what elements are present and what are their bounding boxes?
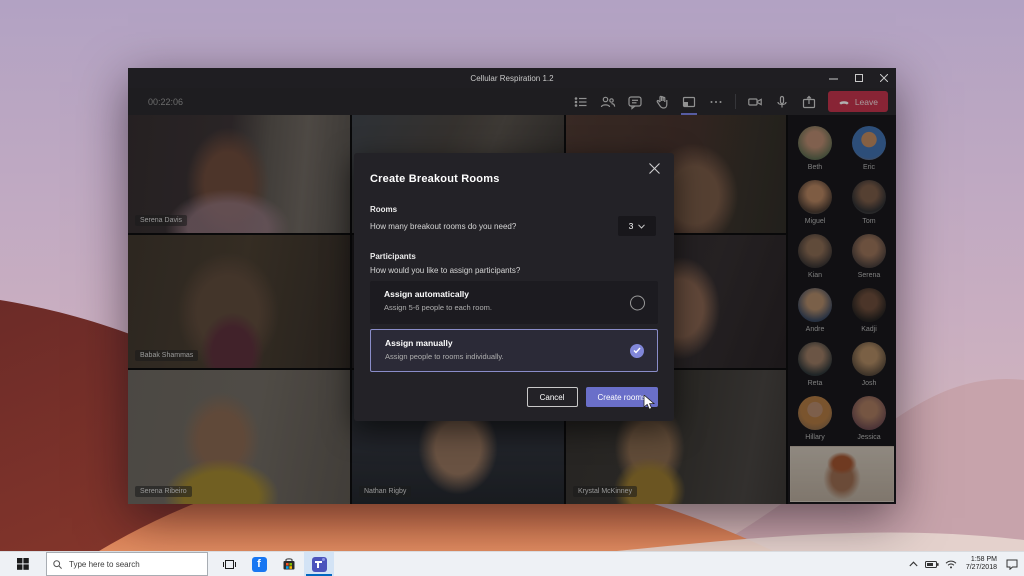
facebook-icon: f: [252, 557, 267, 572]
battery-status-button[interactable]: [923, 552, 942, 576]
search-input[interactable]: [67, 559, 201, 570]
taskbar-search[interactable]: [46, 552, 208, 576]
dialog-actions: Cancel Create rooms: [527, 387, 658, 407]
dialog-title: Create Breakout Rooms: [370, 173, 500, 185]
radio-unchecked-icon[interactable]: [630, 295, 645, 310]
chevron-down-icon: [638, 224, 645, 229]
network-status-button[interactable]: [942, 552, 961, 576]
wifi-icon: [945, 560, 957, 569]
window-titlebar: Cellular Respiration 1.2: [128, 68, 896, 88]
facebook-app-button[interactable]: f: [244, 552, 274, 576]
room-count-dropdown[interactable]: 3: [618, 216, 656, 236]
task-view-button[interactable]: [214, 552, 244, 576]
windows-taskbar: f 1:: [0, 551, 1024, 576]
assign-automatically-option[interactable]: Assign automatically Assign 5-6 people t…: [370, 281, 658, 324]
action-center-button[interactable]: [1002, 552, 1021, 576]
room-count-value: 3: [629, 221, 634, 231]
windows-logo-icon: [17, 558, 29, 570]
create-breakout-rooms-dialog: Create Breakout Rooms Rooms How many bre…: [354, 153, 674, 421]
window-title: Cellular Respiration 1.2: [128, 74, 896, 83]
teams-icon: [312, 557, 327, 572]
tray-show-hidden-icons-button[interactable]: [904, 552, 923, 576]
cancel-button[interactable]: Cancel: [527, 387, 578, 407]
window-controls: [821, 68, 896, 88]
assign-manually-option[interactable]: Assign manually Assign people to rooms i…: [370, 329, 658, 372]
close-dialog-icon[interactable]: [649, 163, 662, 176]
rooms-question: How many breakout rooms do you need?: [370, 222, 516, 231]
battery-icon: [925, 560, 939, 569]
create-rooms-button[interactable]: Create rooms: [586, 387, 658, 407]
participants-question: How would you like to assign participant…: [370, 266, 520, 275]
maximize-button[interactable]: [846, 68, 871, 88]
teams-app-button[interactable]: [304, 552, 334, 576]
participants-section-label: Participants: [370, 252, 416, 261]
option-subtitle: Assign people to rooms individually.: [385, 352, 504, 361]
taskbar-clock[interactable]: 1:58 PM 7/27/2018: [961, 552, 1002, 576]
action-center-icon: [1006, 559, 1018, 570]
minimize-button[interactable]: [821, 68, 846, 88]
store-icon: [282, 557, 296, 571]
close-window-button[interactable]: [871, 68, 896, 88]
option-subtitle: Assign 5-6 people to each room.: [384, 303, 492, 312]
option-title: Assign manually: [385, 338, 453, 348]
task-view-icon: [223, 558, 236, 571]
option-title: Assign automatically: [384, 289, 469, 299]
clock-date: 7/27/2018: [966, 564, 997, 573]
desktop: { "colors": { "teams_accent": "#6264a7",…: [0, 0, 1024, 576]
microsoft-store-button[interactable]: [274, 552, 304, 576]
rooms-section-label: Rooms: [370, 205, 397, 214]
search-icon: [53, 560, 62, 569]
clock-time: 1:58 PM: [971, 556, 997, 565]
radio-checked-icon[interactable]: [630, 344, 644, 358]
chevron-up-icon: [909, 561, 918, 567]
start-button[interactable]: [0, 552, 46, 576]
